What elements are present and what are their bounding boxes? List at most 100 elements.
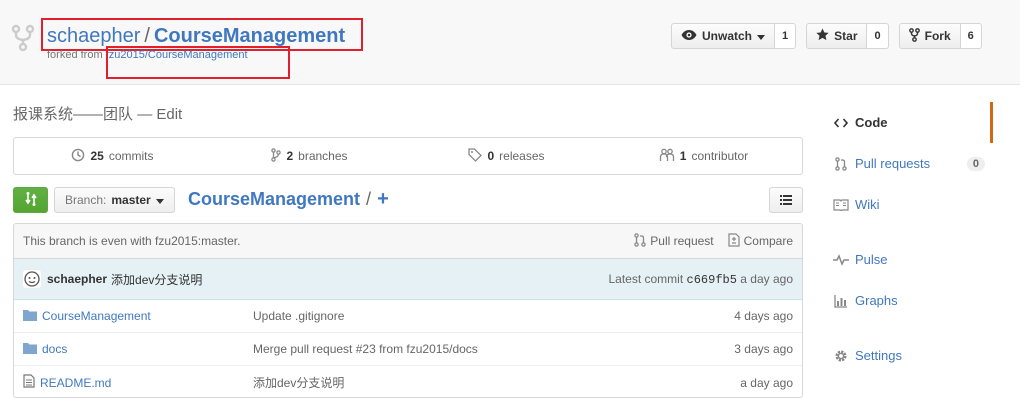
nav-item-label: Graphs [855, 293, 898, 308]
file-name-link[interactable]: CourseManagement [42, 309, 151, 323]
unwatch-button[interactable]: Unwatch [671, 23, 776, 49]
nav-item-pull-requests[interactable]: Pull requests 0 [823, 143, 993, 184]
git-branch-icon [271, 147, 282, 165]
nav-separator [823, 225, 993, 239]
commits-link[interactable]: 25 commits [14, 138, 211, 174]
highlight-box-forked [106, 46, 290, 79]
repo-forked-icon [11, 24, 35, 52]
nav-item-label: Code [855, 115, 888, 130]
table-row: CourseManagement Update .gitignore 4 day… [14, 300, 802, 333]
diff-icon [728, 232, 740, 250]
code-icon [833, 115, 849, 131]
description-text: 报课系统——团队 [13, 106, 134, 123]
latest-commit-age: a day ago [740, 271, 793, 286]
commits-label: commits [108, 149, 154, 163]
star-group: Star 0 [806, 23, 889, 49]
fork-label: Fork [924, 29, 951, 43]
tag-icon [468, 147, 483, 165]
nav-item-label: Pull requests [855, 156, 931, 171]
breadcrumb: CourseManagement / + [188, 188, 389, 211]
file-commit-message-link[interactable]: Merge pull request #23 from fzu2015/docs [253, 342, 734, 356]
organization-icon [659, 148, 675, 165]
folder-icon [23, 309, 37, 324]
compare-review-button[interactable] [13, 187, 48, 213]
pull-request-label: Pull request [650, 234, 714, 248]
git-pull-request-icon [634, 232, 647, 250]
releases-link[interactable]: 0 releases [408, 138, 605, 174]
branch-infobar: This branch is even with fzu2015:master.… [14, 224, 802, 259]
pull-request-link[interactable]: Pull request [634, 232, 714, 250]
watch-group: Unwatch 1 [671, 23, 797, 49]
file-name-cell[interactable]: docs [23, 342, 253, 357]
table-row: README.md 添加dev分支说明 a day ago [14, 366, 802, 397]
gear-icon [833, 348, 849, 364]
chevron-down-icon [757, 29, 766, 43]
folder-icon [23, 342, 37, 357]
nav-item-label: Wiki [855, 197, 880, 212]
latest-commit-bar: schaepher 添加dev分支说明 Latest commit c669fb… [14, 259, 802, 300]
list-view-button[interactable] [769, 187, 803, 213]
file-commit-message-link[interactable]: Update .gitignore [253, 309, 734, 323]
compare-label: Compare [743, 234, 793, 248]
compare-link[interactable]: Compare [728, 232, 793, 250]
commit-message-link[interactable]: 添加dev分支说明 [111, 271, 202, 288]
releases-label: releases [499, 149, 545, 163]
nav-item-code[interactable]: Code [823, 102, 993, 143]
branches-link[interactable]: 2 branches [211, 138, 408, 174]
branch-actions: Pull request Compare [634, 232, 793, 250]
nav-separator [823, 321, 993, 335]
file-age: 3 days ago [734, 342, 793, 356]
forked-from-label: forked from [47, 49, 103, 61]
contributors-link[interactable]: 1 contributor [605, 138, 802, 174]
fork-group: Fork 6 [898, 23, 982, 49]
nav-item-wiki[interactable]: Wiki [823, 184, 993, 225]
branch-status-text: This branch is even with fzu2015:master. [23, 234, 241, 248]
branches-count: 2 [286, 149, 294, 163]
git-compare-icon [23, 191, 39, 210]
unwatch-label: Unwatch [702, 29, 753, 43]
chevron-down-icon [155, 193, 164, 207]
file-name-cell[interactable]: README.md [23, 374, 253, 391]
file-age: 4 days ago [734, 309, 793, 323]
stargazers-count[interactable]: 0 [867, 23, 889, 49]
book-icon [833, 197, 849, 213]
forks-count[interactable]: 6 [960, 23, 982, 49]
file-name-link[interactable]: docs [42, 342, 67, 356]
file-name-link[interactable]: README.md [40, 376, 111, 390]
pulse-icon [833, 252, 849, 268]
commit-author-link[interactable]: schaepher [47, 272, 107, 286]
star-icon [816, 28, 829, 44]
fork-button[interactable]: Fork [898, 23, 961, 49]
latest-commit-label: Latest commit [608, 271, 684, 286]
branch-select-label: Branch: [65, 193, 107, 207]
eye-icon [681, 29, 697, 44]
pagehead-actions: Unwatch 1 Star 0 Fork 6 [671, 23, 982, 49]
edit-description-link[interactable]: Edit [156, 106, 182, 123]
commit-sha-link[interactable]: c669fb5 [687, 273, 737, 287]
breadcrumb-root-link[interactable]: CourseManagement [188, 189, 360, 210]
list-unordered-icon [780, 193, 792, 208]
contributors-count: 1 [679, 149, 687, 163]
add-file-link[interactable]: + [377, 188, 389, 211]
branch-select-button[interactable]: Branch: master [54, 187, 175, 213]
file-name-cell[interactable]: CourseManagement [23, 309, 253, 324]
star-button[interactable]: Star [806, 23, 868, 49]
table-row: docs Merge pull request #23 from fzu2015… [14, 333, 802, 366]
repo-header: schaepher / CourseManagement forked from f… [0, 0, 1020, 85]
file-text-icon [23, 374, 35, 391]
breadcrumb-separator: / [366, 189, 372, 209]
nav-item-label: Settings [855, 348, 902, 363]
commits-count: 25 [90, 149, 104, 163]
pull-requests-count: 0 [966, 156, 985, 171]
history-icon [71, 148, 85, 165]
git-pull-request-icon [833, 156, 849, 172]
nav-item-label: Pulse [855, 252, 888, 267]
nav-item-settings[interactable]: Settings [823, 335, 993, 376]
file-commit-message-link[interactable]: 添加dev分支说明 [253, 374, 740, 391]
avatar[interactable] [23, 270, 41, 288]
watchers-count[interactable]: 1 [775, 23, 797, 49]
nav-item-pulse[interactable]: Pulse [823, 239, 993, 280]
repo-description: 报课系统——团队 — Edit [13, 103, 182, 124]
nav-item-graphs[interactable]: Graphs [823, 280, 993, 321]
numbers-summary: 25 commits 2 branches 0 releases 1 contr… [13, 137, 803, 175]
